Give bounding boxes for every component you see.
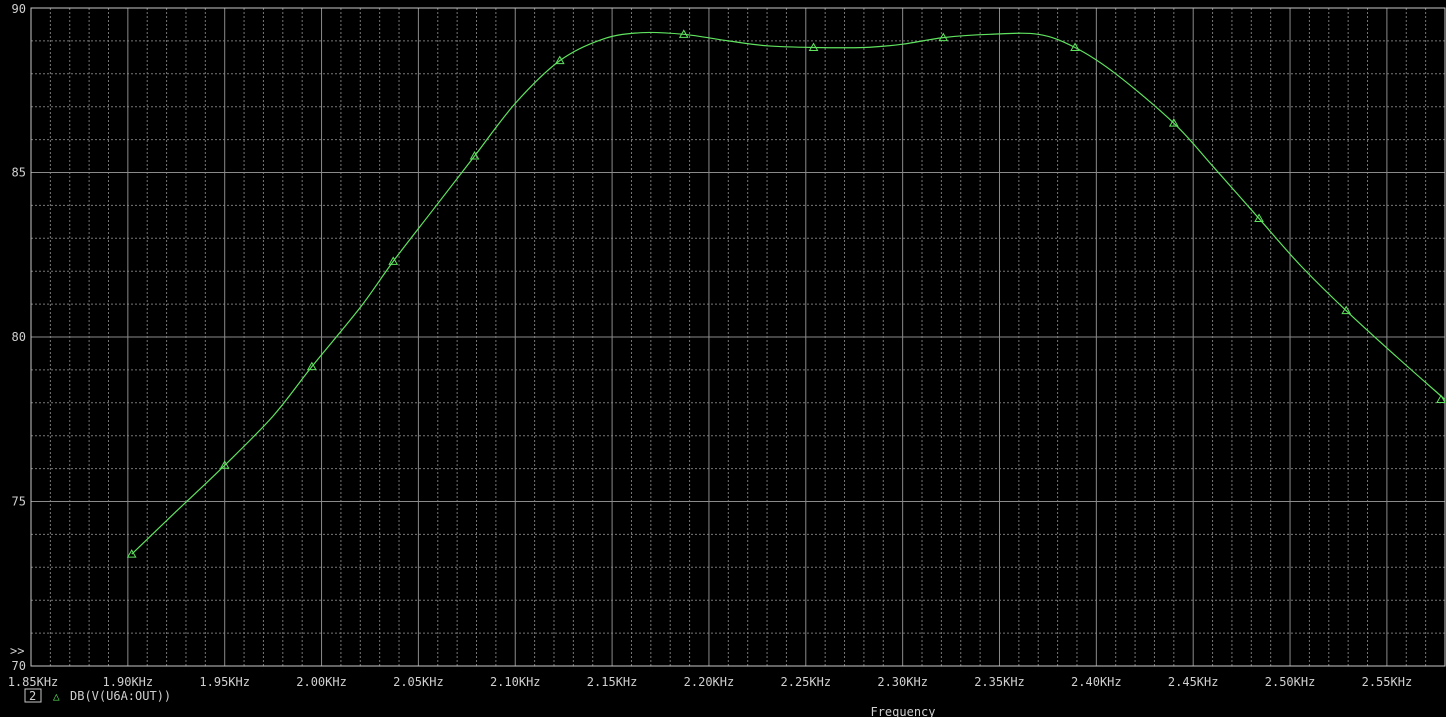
legend-label: DB(V(U6A:OUT))	[70, 689, 171, 703]
plot-area[interactable]: 70 75 80 85 90 1.85KHz 1.90KHz 1.95KHz 2.00KHz 2…	[0, 0, 1446, 717]
x-tick-label: 2.30KHz	[877, 675, 928, 689]
overflow-indicator[interactable]: >>	[10, 644, 24, 658]
x-tick-labels: 1.85KHz 1.90KHz 1.95KHz 2.00KHz 2.05KHz 2.10K…	[8, 675, 1412, 689]
y-tick-label: 75	[12, 495, 26, 509]
y-tick-label: 80	[12, 330, 26, 344]
x-tick-label: 1.90KHz	[103, 675, 154, 689]
series-line[interactable]	[131, 31, 1446, 555]
x-tick-label: 1.85KHz	[8, 675, 59, 689]
x-tick-label: 2.45KHz	[1168, 675, 1219, 689]
x-tick-label: 2.15KHz	[587, 675, 638, 689]
x-tick-label: 2.20KHz	[684, 675, 735, 689]
y-tick-labels: 70 75 80 85 90	[12, 2, 26, 673]
x-tick-label: 2.35KHz	[974, 675, 1025, 689]
x-tick-label: 2.25KHz	[781, 675, 832, 689]
x-tick-label: 2.10KHz	[490, 675, 541, 689]
legend-marker-icon: △	[53, 690, 60, 703]
y-tick-label: 90	[12, 2, 26, 16]
x-tick-label: 2.50KHz	[1265, 675, 1316, 689]
x-axis-label: Frequency	[870, 705, 935, 717]
x-tick-label: 1.95KHz	[199, 675, 250, 689]
x-tick-label: 2.05KHz	[393, 675, 444, 689]
x-tick-label: 2.00KHz	[296, 675, 347, 689]
y-tick-label: 85	[12, 166, 26, 180]
y-tick-label: 70	[12, 659, 26, 673]
x-tick-label: 2.40KHz	[1071, 675, 1122, 689]
x-tick-label: 2.55KHz	[1362, 675, 1413, 689]
legend[interactable]: 2 △ DB(V(U6A:OUT))	[24, 688, 171, 703]
legend-number: 2	[29, 689, 36, 703]
